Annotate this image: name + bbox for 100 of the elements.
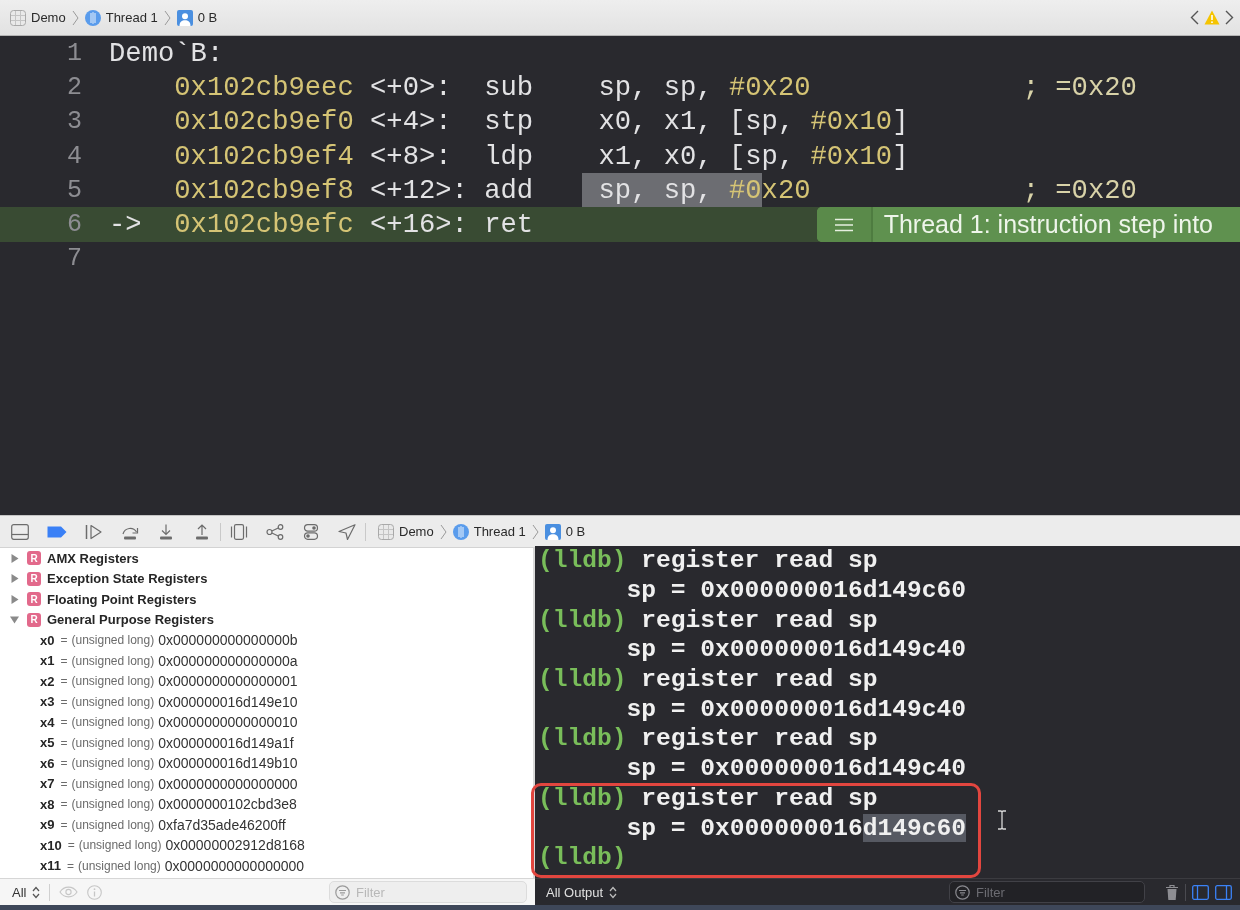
register-type: (unsigned long) — [71, 797, 155, 812]
sidebar-right-icon[interactable] — [1215, 884, 1232, 900]
filter-icon — [335, 884, 350, 900]
line-number: 5 — [67, 175, 82, 205]
line-number: 3 — [67, 107, 82, 137]
instruction-operands: x1, x0, [sp, #0x10] — [598, 140, 909, 172]
register-name: x2 — [40, 673, 55, 689]
register-name: x0 — [40, 632, 55, 648]
register-value: 0x000000016d149a1f — [158, 734, 294, 751]
chevron-icon — [71, 9, 79, 26]
register-type: (unsigned long) — [71, 776, 155, 791]
equals-sign: = — [60, 797, 68, 812]
instruction-offset: <+8>: — [370, 140, 452, 172]
disclosure-triangle-icon[interactable] — [10, 594, 19, 604]
breadcrumb-item[interactable]: 0 B — [544, 523, 586, 540]
grid-icon — [378, 523, 394, 540]
sidebar-left-icon[interactable] — [1192, 884, 1209, 900]
line-number: 2 — [67, 72, 82, 102]
output-popup[interactable]: All Output — [546, 884, 618, 900]
register-group-name: Exception State Registers — [47, 571, 208, 587]
chevron-icon — [531, 523, 539, 540]
register-group-name: Floating Point Registers — [47, 591, 197, 607]
register-type: (unsigned long) — [71, 633, 155, 648]
register-type: (unsigned long) — [78, 858, 161, 873]
console-command: register read sp — [641, 547, 878, 575]
filter-icon — [955, 884, 970, 900]
register-type: (unsigned long) — [71, 715, 155, 730]
lldb-prompt: (lldb) — [538, 784, 627, 812]
disclosure-triangle-icon[interactable] — [10, 574, 19, 584]
instruction-mnemonic: add — [484, 174, 534, 206]
equals-sign: = — [67, 838, 75, 853]
trash-icon[interactable] — [1165, 883, 1179, 901]
console-output: sp = 0x000000016d149c60 — [626, 577, 966, 605]
console-command: register read sp — [641, 606, 878, 634]
register-name: x8 — [40, 796, 55, 812]
striped-circle-icon — [452, 523, 469, 540]
step-out-icon[interactable] — [193, 523, 211, 540]
register-badge: R — [27, 571, 41, 586]
nodes-icon[interactable] — [266, 523, 284, 540]
panel-icon[interactable] — [11, 523, 29, 540]
register-value: 0x0000000102cbd3e8 — [158, 796, 297, 813]
instruction-offset: <+0>: — [370, 71, 452, 103]
frames-icon[interactable] — [230, 523, 248, 540]
instruction-address: 0x102cb9ef4 — [174, 140, 354, 172]
instruction-address: 0x102cb9ef8 — [174, 174, 354, 206]
chevron-left-icon[interactable] — [1190, 10, 1199, 25]
breadcrumb-item[interactable]: 0 B — [176, 9, 218, 26]
instruction-address: 0x102cb9efc — [174, 209, 354, 241]
step-into-icon[interactable] — [157, 523, 175, 540]
breadcrumb-item[interactable]: Demo — [10, 9, 66, 26]
register-badge: R — [27, 612, 41, 627]
register-value: 0x000000000000000b — [158, 632, 298, 649]
register-group-name: General Purpose Registers — [47, 612, 214, 628]
instruction-operands: sp, sp, #0x20 — [598, 71, 811, 103]
console-output: sp = 0x000000016d149c40 — [626, 755, 966, 783]
scope-popup[interactable]: All — [12, 884, 41, 900]
line-number: 6 — [67, 210, 82, 240]
register-type: (unsigned long) — [71, 817, 155, 832]
up-down-chevron-icon — [609, 885, 618, 899]
instruction-address: 0x102cb9eec — [174, 71, 354, 103]
register-name: x3 — [40, 694, 55, 710]
register-value: 0x0000000000000000 — [164, 857, 305, 874]
register-name: x5 — [40, 735, 55, 751]
equals-sign: = — [60, 633, 68, 648]
register-value: 0x000000016d149e10 — [158, 693, 298, 710]
register-value: 0x00000002912d8168 — [165, 837, 305, 854]
current-line-marker: -> — [109, 209, 142, 241]
chevron-right-icon[interactable] — [1225, 10, 1234, 25]
disclosure-triangle-icon[interactable] — [10, 553, 19, 563]
register-type: (unsigned long) — [78, 838, 162, 853]
equals-sign: = — [60, 756, 68, 771]
filter-field[interactable]: Filter — [949, 881, 1145, 903]
breadcrumb-item[interactable]: Thread 1 — [84, 9, 158, 26]
menu-icon[interactable] — [816, 207, 873, 242]
equals-sign: = — [60, 715, 68, 730]
lldb-prompt: (lldb) — [538, 547, 627, 575]
chevron-icon — [439, 523, 447, 540]
breakpoint-icon[interactable] — [47, 525, 67, 538]
equals-sign: = — [60, 694, 68, 709]
breadcrumb-item[interactable]: Demo — [378, 523, 434, 540]
toggles-icon[interactable] — [302, 523, 320, 540]
annotation-text: Thread 1: instruction step into — [883, 210, 1213, 240]
breadcrumb-item[interactable]: Thread 1 — [452, 523, 526, 540]
register-name: x9 — [40, 817, 55, 833]
console-output: sp = 0x000000016d149c40 — [626, 636, 966, 664]
register-value: 0x000000016d149b10 — [158, 755, 298, 772]
register-name: x4 — [40, 714, 55, 730]
register-value: 0xfa7d35ade46200ff — [158, 816, 286, 833]
disclosure-triangle-icon[interactable] — [10, 615, 19, 625]
continue-icon[interactable] — [85, 523, 103, 540]
person-icon — [176, 9, 193, 26]
equals-sign: = — [60, 817, 68, 832]
text-cursor-icon — [997, 810, 1007, 830]
instruction-offset: <+12>: — [370, 174, 468, 206]
register-badge: R — [27, 551, 41, 566]
location-arrow-icon[interactable] — [338, 523, 356, 540]
lldb-prompt: (lldb) — [538, 606, 627, 634]
code-label: Demo`B: — [109, 37, 224, 69]
line-number: 1 — [67, 38, 82, 68]
register-type: (unsigned long) — [71, 756, 155, 771]
